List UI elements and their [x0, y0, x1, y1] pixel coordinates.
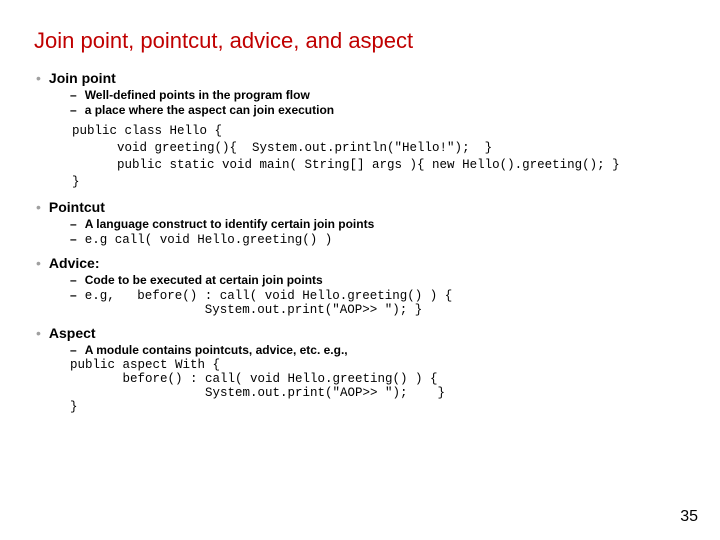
dash-icon: –	[70, 343, 77, 357]
sub-item: –Well-defined points in the program flow	[70, 88, 690, 102]
sub-text: A language construct to identify certain…	[85, 217, 375, 231]
bullet-joinpoint: • Join point	[36, 70, 690, 86]
dash-icon: –	[70, 288, 77, 302]
bullet-aspect: • Aspect	[36, 325, 690, 341]
bullet-icon: •	[36, 256, 41, 270]
sub-item: –A module contains pointcuts, advice, et…	[70, 343, 690, 357]
bullet-icon: •	[36, 326, 41, 340]
sub-text: Code to be executed at certain join poin…	[85, 273, 323, 287]
sub-item: –Code to be executed at certain join poi…	[70, 273, 690, 287]
slide: Join point, pointcut, advice, and aspect…	[0, 0, 720, 432]
dash-icon: –	[70, 217, 77, 231]
sub-list-joinpoint: –Well-defined points in the program flow…	[70, 88, 690, 117]
sub-item: –e.g, before() : call( void Hello.greeti…	[70, 288, 690, 317]
bullet-icon: •	[36, 71, 41, 85]
bullet-label: Join point	[49, 70, 116, 86]
sub-text: e.g, before() : call( void Hello.greetin…	[85, 289, 453, 317]
sub-text: A module contains pointcuts, advice, etc…	[85, 343, 348, 357]
dash-icon: –	[70, 103, 77, 117]
code-block-aspect: public aspect With { before() : call( vo…	[70, 358, 690, 414]
code-block-hello: public class Hello { void greeting(){ Sy…	[72, 123, 690, 191]
bullet-icon: •	[36, 200, 41, 214]
section-advice: • Advice: –Code to be executed at certai…	[30, 255, 690, 317]
bullet-label: Advice:	[49, 255, 100, 271]
sub-text: Well-defined points in the program flow	[85, 88, 310, 102]
section-joinpoint: • Join point –Well-defined points in the…	[30, 70, 690, 191]
sub-list-aspect: –A module contains pointcuts, advice, et…	[70, 343, 690, 414]
sub-list-pointcut: –A language construct to identify certai…	[70, 217, 690, 247]
sub-text: e.g call( void Hello.greeting() )	[85, 233, 333, 247]
bullet-label: Pointcut	[49, 199, 105, 215]
sub-item: –A language construct to identify certai…	[70, 217, 690, 231]
dash-icon: –	[70, 88, 77, 102]
sub-text: a place where the aspect can join execut…	[85, 103, 334, 117]
bullet-label: Aspect	[49, 325, 96, 341]
sub-item: –a place where the aspect can join execu…	[70, 103, 690, 117]
dash-icon: –	[70, 273, 77, 287]
slide-title: Join point, pointcut, advice, and aspect	[34, 28, 690, 54]
section-pointcut: • Pointcut –A language construct to iden…	[30, 199, 690, 247]
page-number: 35	[680, 508, 698, 526]
dash-icon: –	[70, 232, 77, 246]
sub-list-advice: –Code to be executed at certain join poi…	[70, 273, 690, 317]
bullet-advice: • Advice:	[36, 255, 690, 271]
section-aspect: • Aspect –A module contains pointcuts, a…	[30, 325, 690, 414]
sub-item: –e.g call( void Hello.greeting() )	[70, 232, 690, 247]
bullet-pointcut: • Pointcut	[36, 199, 690, 215]
